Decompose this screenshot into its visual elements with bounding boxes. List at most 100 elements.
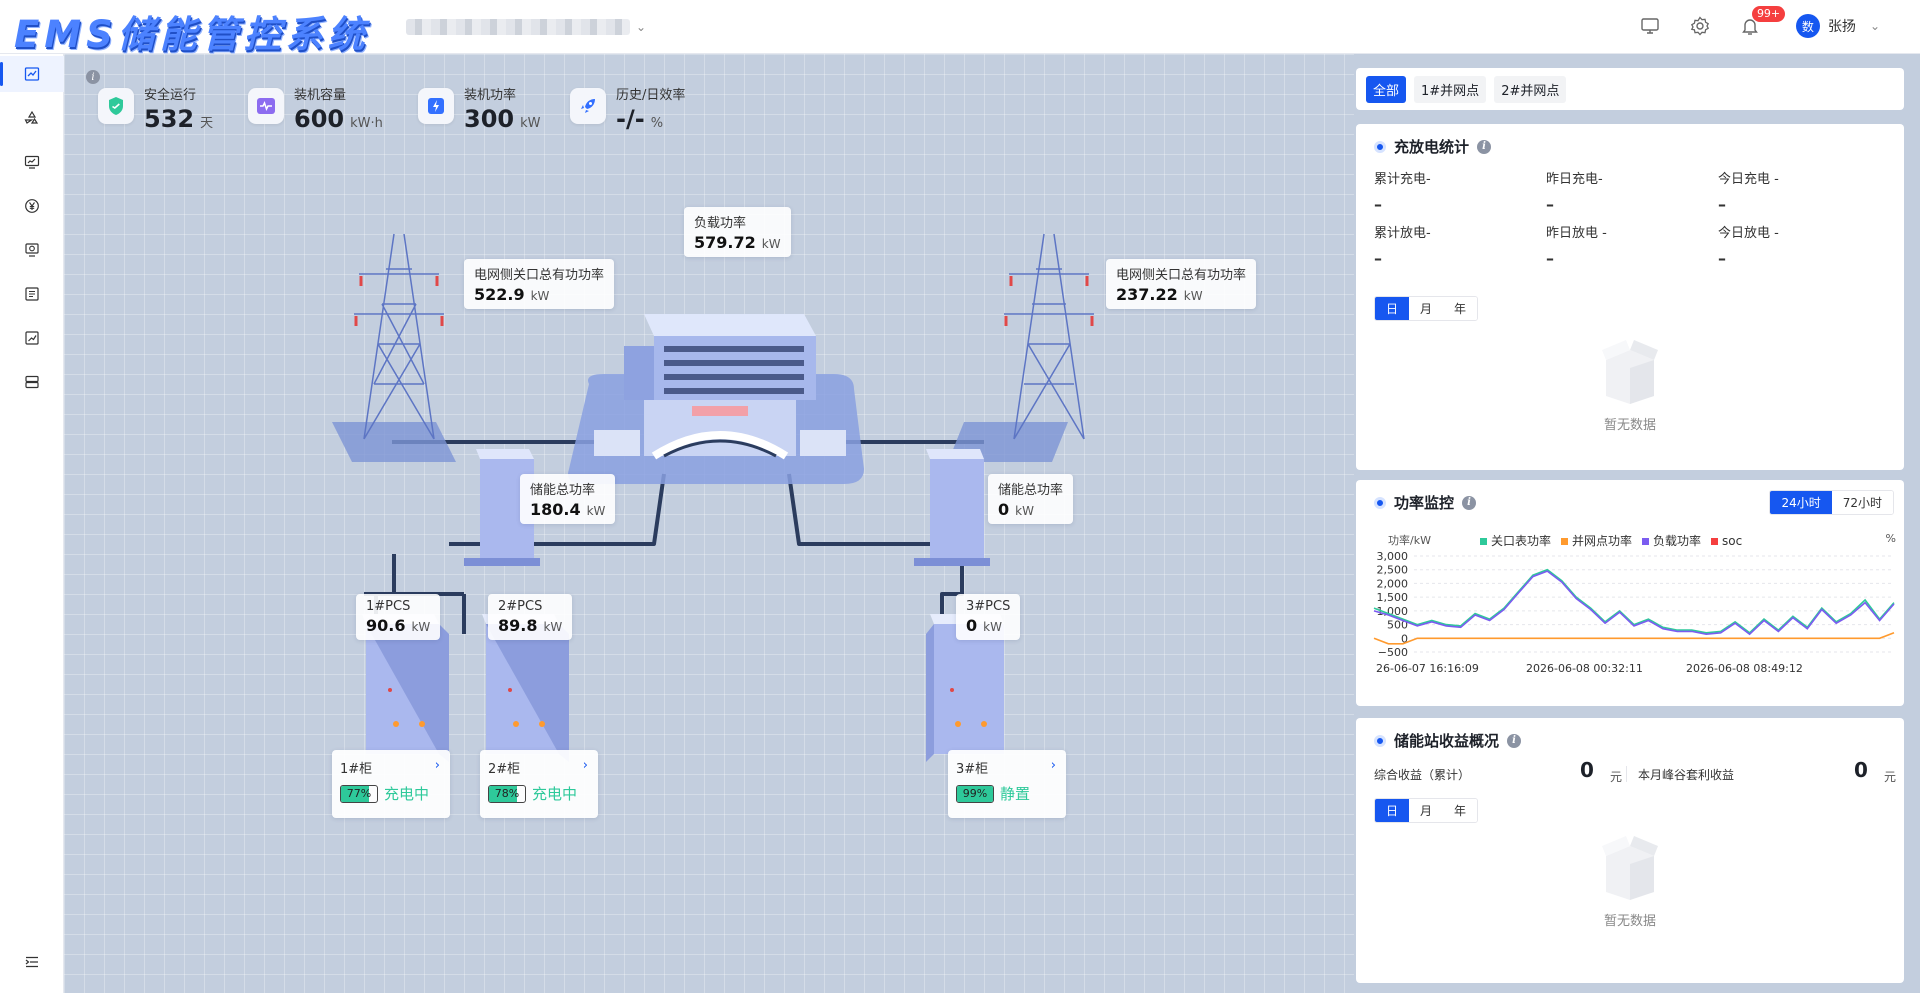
pcs3-value: 0 [966, 616, 978, 635]
empty-box-icon [1602, 836, 1658, 900]
app-logo-title: EMS储能管控系统 [14, 13, 370, 56]
charge-stats-title: 充放电统计 [1394, 138, 1470, 156]
period-day[interactable]: 日 [1375, 297, 1410, 320]
trend-icon [25, 331, 39, 345]
panel-title: 充放电统计 i [1374, 136, 1492, 157]
menu-fold-icon [25, 956, 38, 968]
cabinet-card-3[interactable]: 3#柜 › 99% 静置 [948, 750, 1066, 818]
sidebar-item-dashboard[interactable] [0, 56, 64, 92]
user-name: 张扬 [1827, 19, 1856, 35]
sidebar-item-finance[interactable] [0, 188, 64, 224]
battery-soc: 78% [494, 787, 520, 800]
battery-icon: 77% [340, 784, 378, 803]
time-range-switch: 24小时 72小时 [1769, 490, 1894, 515]
panel-title: 储能站收益概况 i [1374, 730, 1522, 751]
grid-right-value: 237.22 [1116, 285, 1178, 304]
battery-icon: 78% [488, 784, 526, 803]
project-selector[interactable]: ⌄ [406, 17, 650, 37]
pcs3-unit: kW [983, 620, 1002, 634]
sidebar-item-trend[interactable] [0, 320, 64, 356]
grid-right-label: 电网侧关口总有功功率 [1116, 268, 1247, 283]
info-icon[interactable]: i [1477, 139, 1492, 154]
tab-grid-point-1[interactable]: 1#并网点 [1414, 75, 1487, 103]
server-icon [25, 375, 39, 389]
sidebar-item-recycle[interactable] [0, 100, 64, 136]
info-icon[interactable]: i [1507, 733, 1522, 748]
project-name-redacted [406, 19, 630, 35]
chevron-down-icon: ⌄ [1869, 19, 1880, 33]
grid-left-callout: 电网侧关口总有功功率 522.9 kW [464, 259, 615, 309]
yesterday-charge: 昨日充电- – [1546, 168, 1603, 214]
info-icon[interactable]: i [1462, 495, 1477, 510]
period-year[interactable]: 年 [1443, 799, 1478, 822]
income-panel: 储能站收益概况 i 综合收益（累计） 0 元 本月峰谷套利收益 0 元 日 月 … [1356, 718, 1904, 983]
total-discharge: 累计放电- – [1374, 222, 1431, 268]
gear-icon[interactable] [1686, 12, 1714, 40]
empty-text: 暂无数据 [1603, 914, 1656, 929]
battery-soc: 77% [346, 787, 372, 800]
range-24h[interactable]: 24小时 [1770, 491, 1832, 514]
month-income-label: 本月峰谷套利收益 [1638, 768, 1735, 782]
period-month[interactable]: 月 [1409, 799, 1444, 822]
divider [1626, 766, 1627, 782]
total-income-unit: 元 [1610, 770, 1623, 784]
empty-state: 暂无数据 [1356, 334, 1904, 433]
sidebar-item-server[interactable] [0, 364, 64, 400]
avatar: 数 [1795, 14, 1820, 38]
cabinet-status: 充电中 [384, 785, 430, 803]
load-power-callout: 负载功率 579.72 kW [684, 207, 791, 257]
load-power-value: 579.72 [694, 233, 756, 252]
user-menu[interactable]: 数 张扬 ⌄ [1795, 14, 1880, 38]
cabinet-status: 静置 [1000, 785, 1031, 803]
bell-icon[interactable]: 99+ [1736, 6, 1786, 40]
income-period-switch: 日 月 年 [1374, 798, 1479, 823]
period-month[interactable]: 月 [1409, 297, 1444, 320]
load-power-unit: kW [761, 237, 781, 251]
series-line-关口表功率 [1373, 568, 1895, 634]
monitor-icon [24, 155, 40, 169]
storage-left-value: 180.4 [530, 500, 581, 519]
cabinet-name: 1#柜 [340, 762, 373, 777]
panel-title: 功率监控 i [1374, 492, 1477, 513]
month-income-value: 0 [1854, 758, 1868, 782]
sidebar-item-list[interactable] [0, 276, 64, 312]
range-72h[interactable]: 72小时 [1831, 491, 1893, 514]
sidebar-item-screen[interactable] [0, 232, 64, 268]
sidebar [0, 54, 64, 993]
kv-label: 今日充电 - [1718, 172, 1779, 187]
load-power-label: 负载功率 [694, 216, 747, 231]
monitor-icon[interactable] [1636, 12, 1664, 40]
battery-soc: 99% [962, 787, 988, 800]
sidebar-item-monitor[interactable] [0, 144, 64, 180]
pcs1-callout: 1#PCS 90.6 kW [356, 594, 441, 640]
empty-box-icon [1602, 340, 1658, 404]
title-dot-icon [1374, 496, 1386, 509]
tab-all[interactable]: 全部 [1366, 75, 1407, 103]
pcs2-unit: kW [543, 620, 563, 634]
storage-right-unit: kW [1015, 504, 1034, 518]
chevron-right-icon: › [582, 758, 588, 773]
period-year[interactable]: 年 [1443, 297, 1478, 320]
tab-grid-point-2[interactable]: 2#并网点 [1494, 75, 1567, 103]
cabinet-card-2[interactable]: 2#柜 › 78% 充电中 [480, 750, 598, 818]
pcs2-label: 2#PCS [498, 599, 543, 614]
kv-value: – [1546, 195, 1554, 214]
title-dot-icon [1374, 734, 1386, 747]
y-tick-label: 3,000 [1377, 550, 1409, 563]
month-income-unit: 元 [1884, 770, 1897, 784]
yesterday-discharge: 昨日放电 - – [1546, 222, 1607, 268]
grid-right-unit: kW [1183, 289, 1203, 303]
kv-label: 累计放电- [1374, 226, 1431, 241]
period-day[interactable]: 日 [1375, 799, 1410, 822]
top-bar: EMS储能管控系统 ⌄ 99+ 数 张扬 ⌄ [0, 0, 1920, 56]
x-tick-label: 26-06-07 16:16:09 [1376, 662, 1479, 675]
sidebar-collapse-button[interactable] [0, 944, 64, 980]
x-tick-label: 2026-06-08 00:32:11 [1526, 662, 1643, 675]
kv-label: 累计充电- [1374, 172, 1431, 187]
notification-badge: 99+ [1751, 6, 1786, 22]
cabinet-card-1[interactable]: 1#柜 › 77% 充电中 [332, 750, 450, 818]
kv-label: 今日放电 - [1718, 226, 1779, 241]
main-diagram-area: i 安全运行 532 天 装机容量 600 kW·h 装机功率 300 kW 历… [64, 54, 1354, 993]
series-line-并网点功率 [1373, 632, 1895, 645]
y-tick-label: −500 [1378, 646, 1408, 659]
